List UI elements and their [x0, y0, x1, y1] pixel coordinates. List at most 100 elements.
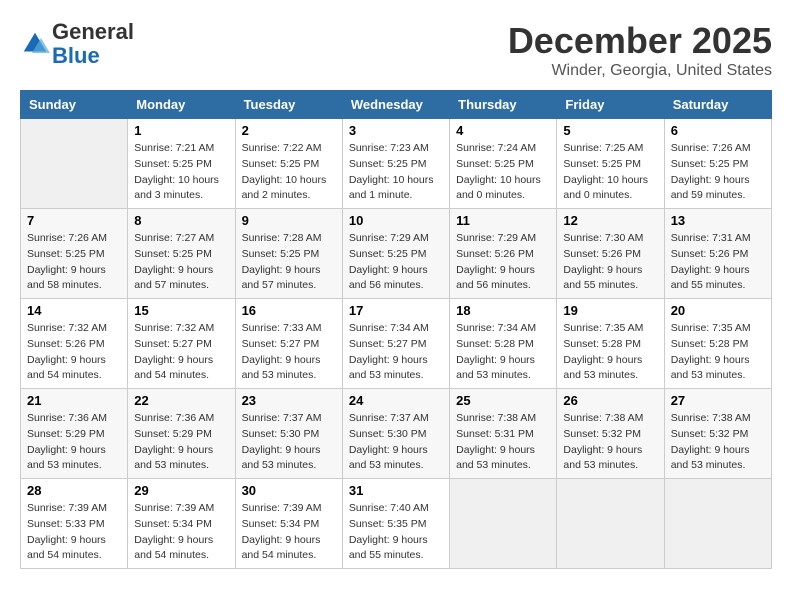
day-cell: 30Sunrise: 7:39 AM Sunset: 5:34 PM Dayli… [235, 479, 342, 569]
day-cell: 11 Sunrise: 7:29 AM Sunset: 5:26 PM Dayli… [450, 209, 557, 299]
week-row-1: 1 Sunrise: 7:21 AM Sunset: 5:25 PM Daylig… [21, 119, 772, 209]
calendar-table: SundayMondayTuesdayWednesdayThursdayFrid… [20, 90, 772, 569]
day-number: 30 [242, 483, 336, 498]
day-cell: 26 Sunrise: 7:38 AM Sunset: 5:32 PM Dayli… [557, 389, 664, 479]
day-info: Sunrise: 7:34 AM Sunset: 5:28 PM Dayligh… [456, 321, 550, 384]
day-info: Sunrise: 7:39 AM Sunset: 5:34 PM Dayligh… [134, 501, 228, 564]
day-number: 20 [671, 303, 765, 318]
day-cell: 18 Sunrise: 7:34 AM Sunset: 5:28 PM Dayli… [450, 299, 557, 389]
day-info: Sunrise: 7:26 AM Sunset: 5:25 PM Dayligh… [671, 141, 765, 204]
day-cell: 27 Sunrise: 7:38 AM Sunset: 5:32 PM Dayli… [664, 389, 771, 479]
day-info: Sunrise: 7:38 AM Sunset: 5:31 PM Dayligh… [456, 411, 550, 474]
day-info: Sunrise: 7:25 AM Sunset: 5:25 PM Dayligh… [563, 141, 657, 204]
day-info: Sunrise: 7:29 AM Sunset: 5:26 PM Dayligh… [456, 231, 550, 294]
day-info: Sunrise: 7:32 AM Sunset: 5:26 PM Dayligh… [27, 321, 121, 384]
day-cell: 14Sunrise: 7:32 AM Sunset: 5:26 PM Dayli… [21, 299, 128, 389]
day-info: Sunrise: 7:22 AM Sunset: 5:25 PM Dayligh… [242, 141, 336, 204]
day-info: Sunrise: 7:31 AM Sunset: 5:26 PM Dayligh… [671, 231, 765, 294]
day-cell [557, 479, 664, 569]
day-number: 9 [242, 213, 336, 228]
day-cell: 29 Sunrise: 7:39 AM Sunset: 5:34 PM Dayli… [128, 479, 235, 569]
day-info: Sunrise: 7:35 AM Sunset: 5:28 PM Dayligh… [671, 321, 765, 384]
day-cell: 17 Sunrise: 7:34 AM Sunset: 5:27 PM Dayli… [342, 299, 449, 389]
day-cell [21, 119, 128, 209]
day-info: Sunrise: 7:28 AM Sunset: 5:25 PM Dayligh… [242, 231, 336, 294]
day-cell: 12 Sunrise: 7:30 AM Sunset: 5:26 PM Dayli… [557, 209, 664, 299]
column-header-saturday: Saturday [664, 91, 771, 119]
day-cell [450, 479, 557, 569]
day-number: 29 [134, 483, 228, 498]
day-number: 16 [242, 303, 336, 318]
day-info: Sunrise: 7:34 AM Sunset: 5:27 PM Dayligh… [349, 321, 443, 384]
day-info: Sunrise: 7:24 AM Sunset: 5:25 PM Dayligh… [456, 141, 550, 204]
day-cell: 10 Sunrise: 7:29 AM Sunset: 5:25 PM Dayli… [342, 209, 449, 299]
week-row-2: 7Sunrise: 7:26 AM Sunset: 5:25 PM Daylig… [21, 209, 772, 299]
day-number: 8 [134, 213, 228, 228]
month-title: December 2025 [508, 20, 772, 62]
day-number: 28 [27, 483, 121, 498]
day-number: 31 [349, 483, 443, 498]
day-info: Sunrise: 7:38 AM Sunset: 5:32 PM Dayligh… [671, 411, 765, 474]
logo: General Blue [20, 20, 134, 68]
day-cell: 3 Sunrise: 7:23 AM Sunset: 5:25 PM Daylig… [342, 119, 449, 209]
day-number: 27 [671, 393, 765, 408]
day-cell [664, 479, 771, 569]
day-info: Sunrise: 7:30 AM Sunset: 5:26 PM Dayligh… [563, 231, 657, 294]
location: Winder, Georgia, United States [508, 62, 772, 80]
day-info: Sunrise: 7:23 AM Sunset: 5:25 PM Dayligh… [349, 141, 443, 204]
day-number: 24 [349, 393, 443, 408]
day-cell: 9 Sunrise: 7:28 AM Sunset: 5:25 PM Daylig… [235, 209, 342, 299]
day-number: 7 [27, 213, 121, 228]
day-number: 5 [563, 123, 657, 138]
day-number: 21 [27, 393, 121, 408]
day-number: 10 [349, 213, 443, 228]
day-info: Sunrise: 7:40 AM Sunset: 5:35 PM Dayligh… [349, 501, 443, 564]
day-cell: 1 Sunrise: 7:21 AM Sunset: 5:25 PM Daylig… [128, 119, 235, 209]
day-number: 13 [671, 213, 765, 228]
day-cell: 16Sunrise: 7:33 AM Sunset: 5:27 PM Dayli… [235, 299, 342, 389]
day-info: Sunrise: 7:32 AM Sunset: 5:27 PM Dayligh… [134, 321, 228, 384]
day-cell: 19Sunrise: 7:35 AM Sunset: 5:28 PM Dayli… [557, 299, 664, 389]
day-cell: 23 Sunrise: 7:37 AM Sunset: 5:30 PM Dayli… [235, 389, 342, 479]
day-info: Sunrise: 7:37 AM Sunset: 5:30 PM Dayligh… [242, 411, 336, 474]
day-cell: 7Sunrise: 7:26 AM Sunset: 5:25 PM Daylig… [21, 209, 128, 299]
column-header-wednesday: Wednesday [342, 91, 449, 119]
day-info: Sunrise: 7:29 AM Sunset: 5:25 PM Dayligh… [349, 231, 443, 294]
page-header: General Blue December 2025 Winder, Georg… [20, 20, 772, 80]
logo-blue-text: Blue [52, 43, 100, 68]
day-number: 18 [456, 303, 550, 318]
day-cell: 24 Sunrise: 7:37 AM Sunset: 5:30 PM Dayli… [342, 389, 449, 479]
day-cell: 2Sunrise: 7:22 AM Sunset: 5:25 PM Daylig… [235, 119, 342, 209]
day-cell: 4 Sunrise: 7:24 AM Sunset: 5:25 PM Daylig… [450, 119, 557, 209]
day-cell: 6Sunrise: 7:26 AM Sunset: 5:25 PM Daylig… [664, 119, 771, 209]
day-number: 11 [456, 213, 550, 228]
day-info: Sunrise: 7:39 AM Sunset: 5:33 PM Dayligh… [27, 501, 121, 564]
day-info: Sunrise: 7:38 AM Sunset: 5:32 PM Dayligh… [563, 411, 657, 474]
day-info: Sunrise: 7:27 AM Sunset: 5:25 PM Dayligh… [134, 231, 228, 294]
header-row: SundayMondayTuesdayWednesdayThursdayFrid… [21, 91, 772, 119]
day-number: 17 [349, 303, 443, 318]
day-info: Sunrise: 7:21 AM Sunset: 5:25 PM Dayligh… [134, 141, 228, 204]
day-number: 4 [456, 123, 550, 138]
column-header-thursday: Thursday [450, 91, 557, 119]
week-row-3: 14Sunrise: 7:32 AM Sunset: 5:26 PM Dayli… [21, 299, 772, 389]
day-number: 23 [242, 393, 336, 408]
title-block: December 2025 Winder, Georgia, United St… [508, 20, 772, 80]
day-number: 26 [563, 393, 657, 408]
day-cell: 20 Sunrise: 7:35 AM Sunset: 5:28 PM Dayli… [664, 299, 771, 389]
day-cell: 21 Sunrise: 7:36 AM Sunset: 5:29 PM Dayli… [21, 389, 128, 479]
column-header-friday: Friday [557, 91, 664, 119]
day-info: Sunrise: 7:36 AM Sunset: 5:29 PM Dayligh… [27, 411, 121, 474]
day-number: 19 [563, 303, 657, 318]
day-cell: 25 Sunrise: 7:38 AM Sunset: 5:31 PM Dayli… [450, 389, 557, 479]
day-number: 12 [563, 213, 657, 228]
day-info: Sunrise: 7:37 AM Sunset: 5:30 PM Dayligh… [349, 411, 443, 474]
day-number: 1 [134, 123, 228, 138]
column-header-sunday: Sunday [21, 91, 128, 119]
day-cell: 31 Sunrise: 7:40 AM Sunset: 5:35 PM Dayli… [342, 479, 449, 569]
day-cell: 8 Sunrise: 7:27 AM Sunset: 5:25 PM Daylig… [128, 209, 235, 299]
day-cell: 15Sunrise: 7:32 AM Sunset: 5:27 PM Dayli… [128, 299, 235, 389]
day-number: 25 [456, 393, 550, 408]
day-number: 3 [349, 123, 443, 138]
calendar-body: 1 Sunrise: 7:21 AM Sunset: 5:25 PM Daylig… [21, 119, 772, 569]
